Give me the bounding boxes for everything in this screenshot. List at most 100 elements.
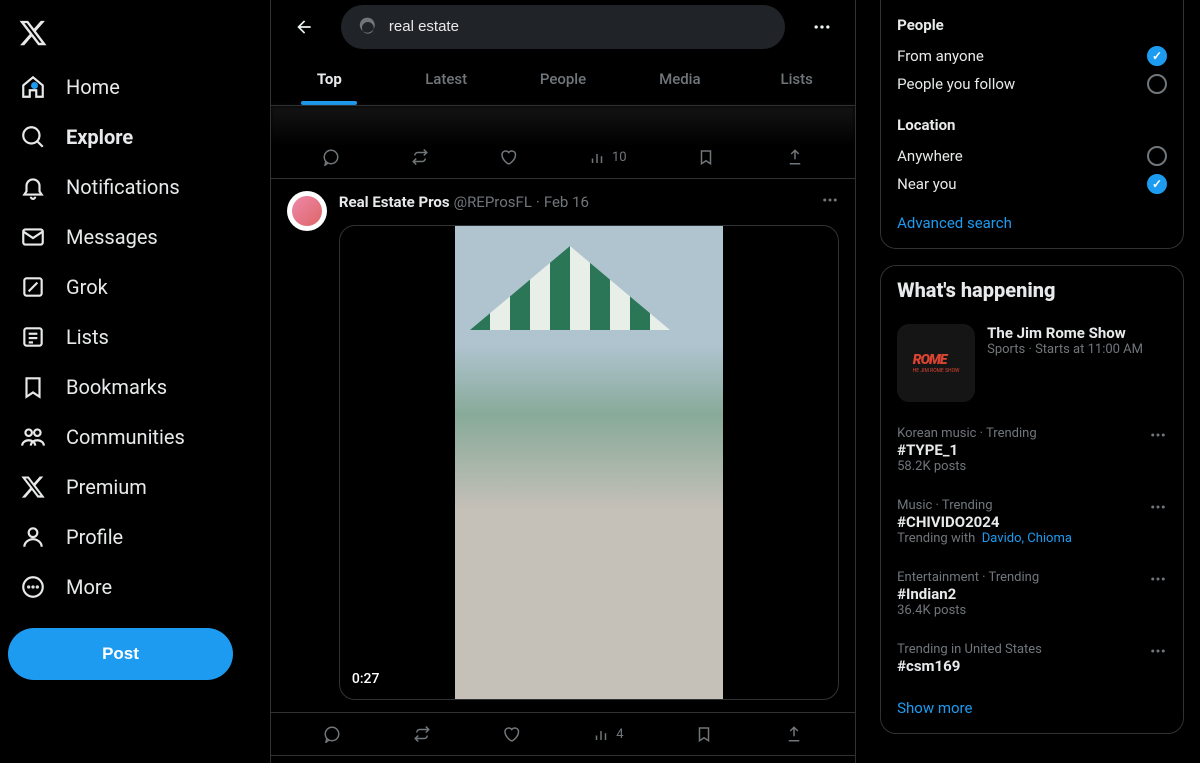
nav-home-label: Home <box>66 75 120 99</box>
bookmark-button[interactable] <box>695 725 713 743</box>
share-button[interactable] <box>786 148 804 166</box>
tweet-date[interactable]: Feb 16 <box>544 193 589 211</box>
trend-category: Trending in United States <box>897 642 1167 657</box>
nav-messages[interactable]: Messages <box>8 212 170 262</box>
like-button[interactable] <box>499 148 517 166</box>
tweet[interactable]: Cesar Uceda @cesaruceda_ · Aug 23, 2023 … <box>271 756 855 763</box>
video-duration: 0:27 <box>352 671 380 687</box>
nav-profile[interactable]: Profile <box>8 512 135 562</box>
bell-icon <box>20 174 46 200</box>
avatar[interactable] <box>287 191 327 231</box>
person-icon <box>20 524 46 550</box>
thumb-subtext: HE JIM ROME SHOW <box>913 368 960 374</box>
whats-happening-heading: What's happening <box>897 278 1167 302</box>
filter-near-you[interactable]: Near you <box>897 170 1167 198</box>
nav-grok-label: Grok <box>66 275 108 299</box>
nav-bookmarks[interactable]: Bookmarks <box>8 362 179 412</box>
unread-indicator-icon <box>31 82 38 89</box>
trend-with: Trending with Davido, Chioma <box>897 531 1167 546</box>
trend-more-button[interactable] <box>1149 570 1167 592</box>
nav-communities[interactable]: Communities <box>8 412 197 462</box>
nav-notifications[interactable]: Notifications <box>8 162 192 212</box>
share-button[interactable] <box>785 725 803 743</box>
radio-checked-icon[interactable] <box>1147 174 1167 194</box>
trend-count: 36.4K posts <box>897 603 1167 618</box>
bookmark-button[interactable] <box>697 148 715 166</box>
nav-more[interactable]: More <box>8 562 124 612</box>
trend-item[interactable]: Music · Trending #CHIVIDO2024 Trending w… <box>897 486 1167 558</box>
heart-icon <box>502 725 520 743</box>
trend-title: #TYPE_1 <box>897 441 1167 459</box>
views-button[interactable]: 10 <box>588 148 627 166</box>
advanced-search-link[interactable]: Advanced search <box>897 214 1167 232</box>
search-box[interactable] <box>341 5 785 49</box>
filter-anywhere[interactable]: Anywhere <box>897 142 1167 170</box>
separator: · <box>536 193 540 211</box>
post-button[interactable]: Post <box>8 628 233 680</box>
trend-title: The Jim Rome Show <box>987 324 1143 342</box>
back-button[interactable] <box>287 10 321 44</box>
heart-icon <box>499 148 517 166</box>
nav-grok[interactable]: Grok <box>8 262 120 312</box>
nav-bookmarks-label: Bookmarks <box>66 375 167 399</box>
retweet-icon <box>413 725 431 743</box>
retweet-button[interactable] <box>413 725 431 743</box>
nav-premium[interactable]: Premium <box>8 462 159 512</box>
tab-lists[interactable]: Lists <box>738 53 855 105</box>
reply-button[interactable] <box>323 725 341 743</box>
filter-location-heading: Location <box>897 116 1167 134</box>
share-icon <box>786 148 804 166</box>
nav-home[interactable]: Home <box>8 62 132 112</box>
search-input[interactable] <box>389 18 769 35</box>
nav-explore[interactable]: Explore <box>8 112 145 162</box>
radio-checked-icon[interactable] <box>1147 46 1167 66</box>
retweet-button[interactable] <box>411 148 429 166</box>
tab-people[interactable]: People <box>505 53 622 105</box>
bookmark-icon <box>697 148 715 166</box>
like-button[interactable] <box>502 725 520 743</box>
arrow-left-icon <box>294 17 314 37</box>
trend-title: #CHIVIDO2024 <box>897 513 1167 531</box>
thumb-text: ROME <box>913 352 960 368</box>
x-icon <box>20 474 46 500</box>
tab-top[interactable]: Top <box>271 53 388 105</box>
search-filters-panel: People From anyone People you follow Loc… <box>880 0 1184 249</box>
views-button[interactable]: 4 <box>592 725 623 743</box>
ellipsis-icon <box>1149 570 1167 588</box>
views-count: 10 <box>612 150 627 165</box>
views-count: 4 <box>616 727 623 742</box>
radio-unchecked-icon[interactable] <box>1147 74 1167 94</box>
reply-icon <box>323 725 341 743</box>
tab-media-label: Media <box>659 70 701 88</box>
right-sidebar: People From anyone People you follow Loc… <box>856 0 1200 763</box>
nav-premium-label: Premium <box>66 475 147 499</box>
search-more-button[interactable] <box>805 10 839 44</box>
tab-media[interactable]: Media <box>621 53 738 105</box>
tweet-more-button[interactable] <box>821 191 839 213</box>
nav-lists[interactable]: Lists <box>8 312 121 362</box>
search-header <box>271 0 855 53</box>
trend-more-button[interactable] <box>1149 642 1167 664</box>
trend-item[interactable]: Trending in United States #csm169 <box>897 630 1167 687</box>
trend-item[interactable]: Korean music · Trending #TYPE_1 58.2K po… <box>897 414 1167 486</box>
tweet-media-video[interactable]: 0:27 <box>339 225 839 700</box>
nav-profile-label: Profile <box>66 525 123 549</box>
show-more-link[interactable]: Show more <box>897 687 1167 721</box>
tweet[interactable]: Real Estate Pros @REProsFL · Feb 16 0:27 <box>271 179 855 713</box>
trend-more-button[interactable] <box>1149 498 1167 520</box>
radio-unchecked-icon[interactable] <box>1147 146 1167 166</box>
reply-button[interactable] <box>322 148 340 166</box>
filter-people-you-follow[interactable]: People you follow <box>897 70 1167 98</box>
search-tabs: Top Latest People Media Lists <box>271 53 855 106</box>
search-icon <box>20 124 46 150</box>
tab-latest[interactable]: Latest <box>388 53 505 105</box>
tweet-author-handle[interactable]: @REProsFL <box>454 193 532 211</box>
trend-item[interactable]: ROMEHE JIM ROME SHOW The Jim Rome Show S… <box>897 312 1167 414</box>
trend-with-links[interactable]: Davido, Chioma <box>982 531 1072 546</box>
x-logo[interactable] <box>8 8 58 58</box>
trend-title: #Indian2 <box>897 585 1167 603</box>
tweet-author-name[interactable]: Real Estate Pros <box>339 193 450 211</box>
filter-from-anyone[interactable]: From anyone <box>897 42 1167 70</box>
trend-more-button[interactable] <box>1149 426 1167 448</box>
trend-item[interactable]: Entertainment · Trending #Indian2 36.4K … <box>897 558 1167 630</box>
